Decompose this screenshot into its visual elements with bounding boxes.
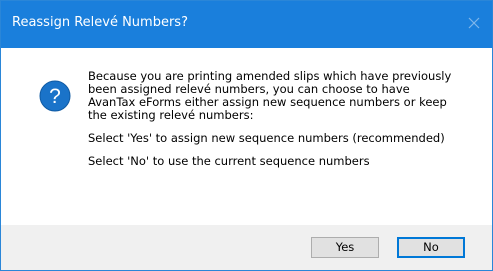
dialog-body: ? Because you are printing amended slips…: [1, 48, 492, 225]
question-icon: ?: [39, 80, 71, 112]
yes-hint: Select 'Yes' to assign new sequence numb…: [88, 131, 445, 145]
dialog-title: Reassign Relevé Numbers?: [12, 15, 188, 30]
no-button[interactable]: No: [397, 237, 465, 258]
svg-text:?: ?: [49, 85, 61, 108]
title-bar[interactable]: Reassign Relevé Numbers?: [1, 1, 492, 48]
close-icon[interactable]: [463, 12, 485, 34]
button-bar: Yes No: [1, 225, 492, 270]
message-text: Because you are printing amended slips w…: [88, 70, 488, 168]
no-hint: Select 'No' to use the current sequence …: [88, 154, 370, 168]
yes-button[interactable]: Yes: [311, 237, 379, 258]
message-line: the existing relevé numbers:: [88, 108, 254, 122]
reassign-dialog: Reassign Relevé Numbers? ? Because you a…: [0, 0, 493, 271]
